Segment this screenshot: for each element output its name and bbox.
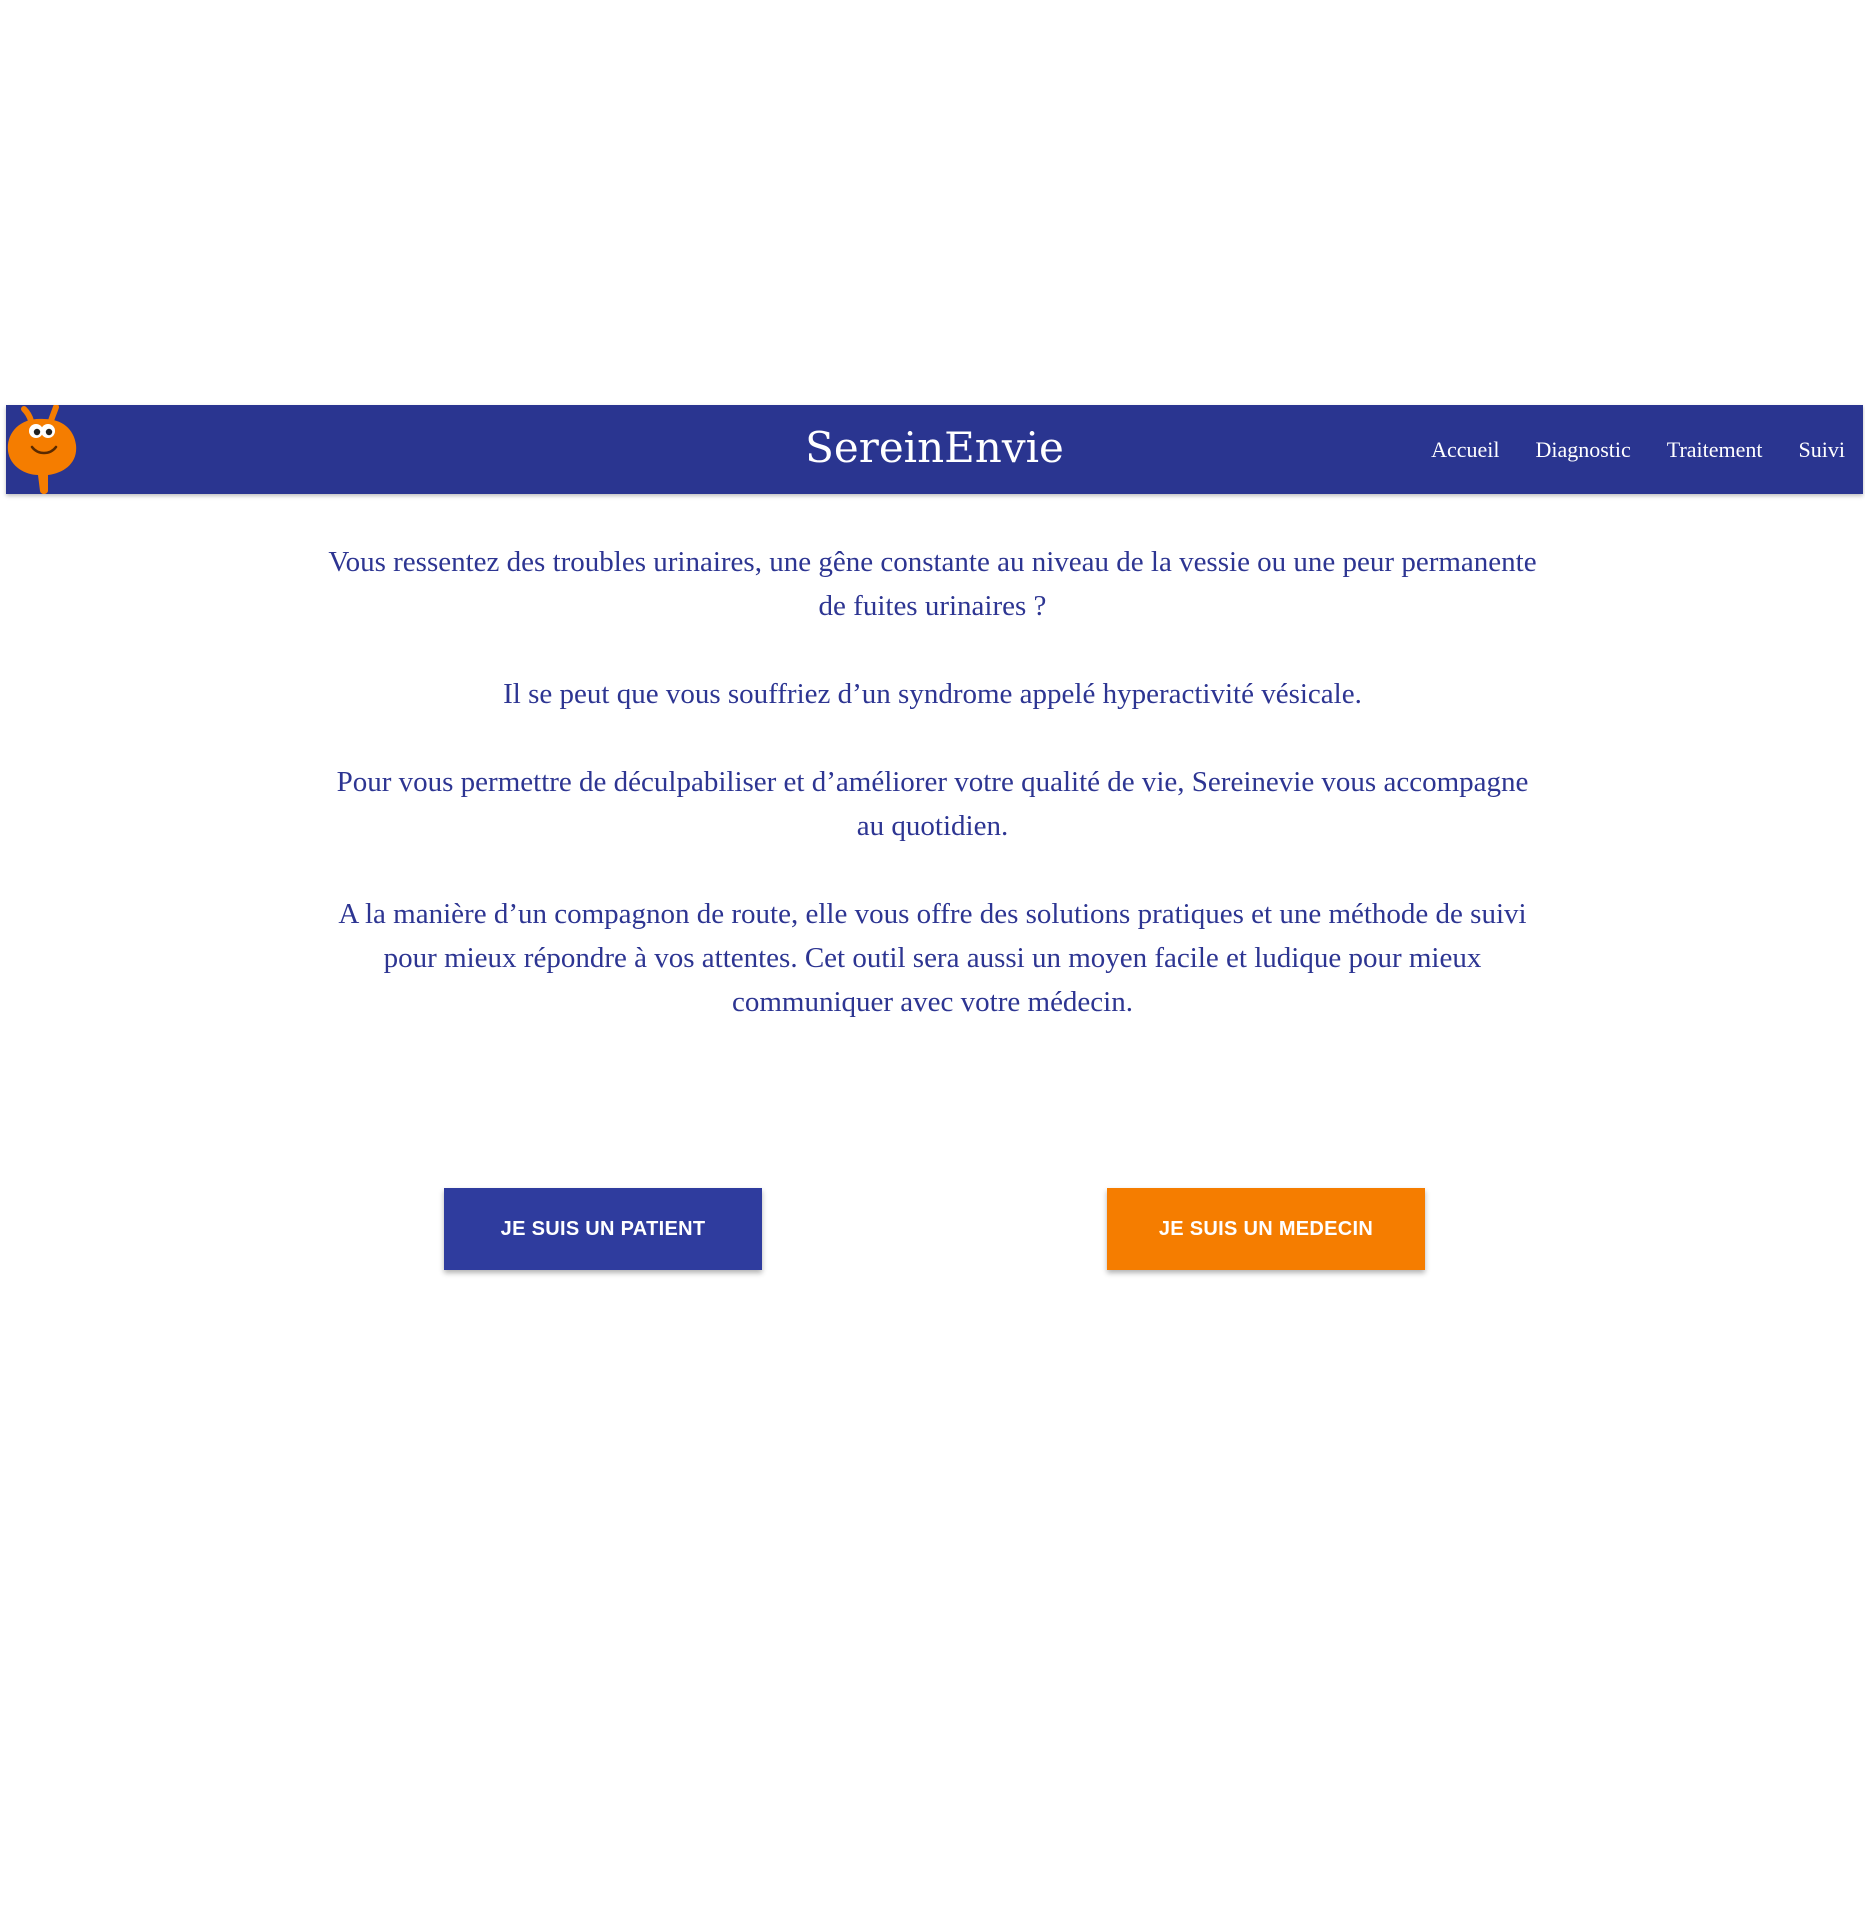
medecin-button[interactable]: JE SUIS UN MEDECIN bbox=[1107, 1188, 1425, 1270]
nav-diagnostic-link[interactable]: Diagnostic bbox=[1535, 437, 1630, 463]
intro-text-section: Vous ressentez des troubles urinaires, u… bbox=[320, 540, 1545, 1068]
intro-paragraph-companion: A la manière d’un compagnon de route, el… bbox=[338, 898, 1527, 1018]
bladder-mascot-logo-icon[interactable] bbox=[6, 405, 82, 494]
intro-paragraph-symptoms: Vous ressentez des troubles urinaires, u… bbox=[328, 546, 1537, 622]
intro-paragraph-support: Pour vous permettre de déculpabiliser et… bbox=[336, 766, 1529, 842]
top-navbar: SereinEnvie Accueil Diagnostic Traitemen… bbox=[6, 405, 1863, 494]
main-nav: Accueil Diagnostic Traitement Suivi bbox=[1395, 405, 1845, 494]
nav-traitement-link[interactable]: Traitement bbox=[1667, 437, 1763, 463]
intro-paragraph-syndrome: Il se peut que vous souffriez d’un syndr… bbox=[503, 678, 1362, 710]
nav-accueil-link[interactable]: Accueil bbox=[1431, 437, 1499, 463]
nav-suivi-link[interactable]: Suivi bbox=[1799, 437, 1845, 463]
patient-button[interactable]: JE SUIS UN PATIENT bbox=[444, 1188, 762, 1270]
